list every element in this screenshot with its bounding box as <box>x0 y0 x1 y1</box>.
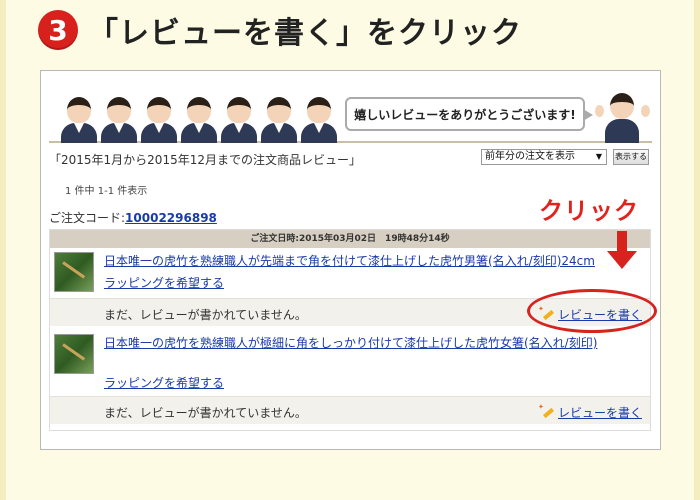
order-code-label: ご注文コード: <box>49 211 126 225</box>
product-thumbnail[interactable] <box>54 334 94 374</box>
show-button[interactable]: 表示する <box>613 149 649 165</box>
staff-illustration <box>99 89 139 143</box>
pencil-icon <box>538 403 554 419</box>
product-title-link[interactable]: 日本唯一の虎竹を熟練職人が極細に角をしっかり付けて漆仕上げした虎竹女箸(名入れ/… <box>104 334 644 352</box>
waving-staff-illustration <box>595 87 650 143</box>
step-number-badge: 3 <box>38 10 78 50</box>
result-count: 1 件中 1-1 件表示 <box>65 186 148 197</box>
period-select[interactable]: 前年分の注文を表示 ▼ <box>481 149 607 165</box>
staff-group <box>59 89 339 143</box>
chevron-down-icon: ▼ <box>595 152 602 161</box>
click-callout: クリック <box>539 197 639 225</box>
staff-illustration <box>139 89 179 143</box>
period-label: 「2015年1月から2015年12月までの注文商品レビュー」 <box>49 153 361 167</box>
order-code-row: ご注文コード:10002296898 <box>49 209 217 226</box>
write-review-label: レビューを書く <box>557 406 642 420</box>
down-arrow-icon <box>607 231 637 269</box>
staff-illustration <box>299 89 339 143</box>
wrapping-link[interactable]: ラッピングを希望する <box>104 275 224 291</box>
staff-banner: 嬉しいレビューをありがとうございます! <box>49 83 652 143</box>
write-review-link[interactable]: レビューを書く <box>538 403 642 421</box>
step-heading: 3 「レビューを書く」をクリック <box>38 8 522 52</box>
staff-illustration <box>259 89 299 143</box>
review-status-text: まだ、レビューが書かれていません。 <box>104 406 307 420</box>
staff-illustration <box>179 89 219 143</box>
product-title-link[interactable]: 日本唯一の虎竹を熟練職人が先端まで角を付けて漆仕上げした虎竹男箸(名入れ/刻印)… <box>104 252 644 270</box>
step-title: 「レビューを書く」をクリック <box>88 16 522 51</box>
staff-illustration <box>59 89 99 143</box>
review-panel: 嬉しいレビューをありがとうございます! 「2015年1月から2015年12月まで… <box>40 70 661 450</box>
order-date-bar: ご注文日時:2015年03月02日 19時48分14秒 <box>50 230 650 248</box>
review-status-row: まだ、レビューが書かれていません。 レビューを書く <box>50 396 650 424</box>
product-thumbnail[interactable] <box>54 252 94 292</box>
review-status-text: まだ、レビューが書かれていません。 <box>104 308 307 322</box>
order-code-link[interactable]: 10002296898 <box>125 211 217 225</box>
staff-illustration <box>219 89 259 143</box>
wrapping-link[interactable]: ラッピングを希望する <box>104 375 224 391</box>
speech-bubble: 嬉しいレビューをありがとうございます! <box>345 97 593 131</box>
period-select-value: 前年分の注文を表示 <box>485 151 575 162</box>
highlight-circle <box>527 289 657 333</box>
